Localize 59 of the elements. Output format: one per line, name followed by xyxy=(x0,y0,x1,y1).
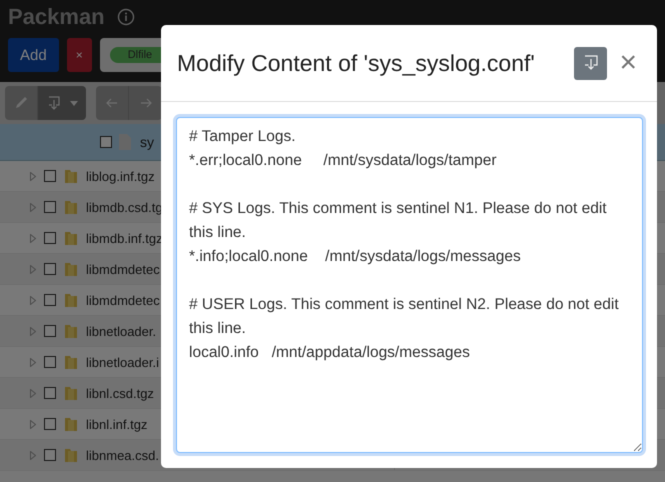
row-checkbox[interactable] xyxy=(44,356,56,368)
row-checkbox[interactable] xyxy=(44,387,56,399)
close-button[interactable]: × xyxy=(615,48,641,78)
add-button[interactable]: Add xyxy=(8,38,59,72)
expand-icon[interactable] xyxy=(30,450,36,460)
folder-icon xyxy=(64,416,78,432)
folder-icon xyxy=(64,230,78,246)
expand-icon[interactable] xyxy=(30,296,36,304)
row-checkbox[interactable] xyxy=(44,263,56,275)
edit-button[interactable] xyxy=(5,86,38,120)
file-name: libmdb.inf.tgz xyxy=(86,230,163,246)
file-name: libmdmdetec xyxy=(86,292,160,308)
file-name: libnl.csd.tgz xyxy=(86,386,154,400)
row-checkbox[interactable] xyxy=(44,201,56,213)
folder-icon xyxy=(64,199,78,215)
download-icon xyxy=(582,54,599,72)
app-title: Packman xyxy=(8,4,105,30)
file-name: libnetloader.i xyxy=(86,354,159,370)
folder-icon xyxy=(64,354,78,370)
arrow-right-icon xyxy=(140,98,152,108)
forward-button[interactable] xyxy=(129,86,162,120)
info-icon[interactable] xyxy=(116,8,135,26)
expand-icon[interactable] xyxy=(30,388,36,398)
text-editor[interactable]: # Tamper Logs. *.err;local0.none /mnt/sysdata/logs/tamper # SYS Logs. This comment is sentinel N1. Please do not edit this line. *.info;local0.none /mnt/sysdata/logs/messages # USER Logs. This comment is sentinel N2. Please do not edit this line. local0.info /mnt/appdata/logs/messages xyxy=(176,117,643,453)
expand-icon[interactable] xyxy=(30,264,36,274)
file-name: libnetloader. xyxy=(86,324,156,338)
expand-icon[interactable] xyxy=(30,234,36,242)
download-icon xyxy=(46,95,62,111)
expand-icon[interactable] xyxy=(30,420,36,428)
file-name: libnmea.csd. xyxy=(86,448,159,462)
expand-icon[interactable] xyxy=(30,172,36,180)
row-checkbox[interactable] xyxy=(44,170,56,182)
folder-icon xyxy=(64,385,78,401)
folder-icon xyxy=(64,168,78,184)
row-checkbox[interactable] xyxy=(44,325,56,337)
file-name: libmdb.csd.tg xyxy=(86,200,163,214)
folder-icon xyxy=(64,447,78,463)
pencil-icon xyxy=(13,95,29,111)
folder-icon xyxy=(64,292,78,308)
row-checkbox[interactable] xyxy=(44,232,56,244)
folder-icon xyxy=(64,261,78,277)
folder-icon xyxy=(64,323,78,339)
file-name: libnl.inf.tgz xyxy=(86,416,148,432)
expand-icon[interactable] xyxy=(30,358,36,366)
arrow-left-icon xyxy=(106,98,118,108)
row-checkbox[interactable] xyxy=(44,418,56,430)
select-all-checkbox[interactable] xyxy=(100,136,112,148)
save-button[interactable] xyxy=(574,46,608,80)
remove-button[interactable]: × xyxy=(66,38,92,72)
column-header[interactable]: sy xyxy=(140,134,154,150)
file-name: liblog.inf.tgz xyxy=(86,168,155,184)
expand-icon[interactable] xyxy=(30,326,36,336)
file-name: libmdmdetec xyxy=(86,262,160,276)
row-checkbox[interactable] xyxy=(44,294,56,306)
dialog-title: Modify Content of 'sys_syslog.conf' xyxy=(177,50,535,76)
expand-icon[interactable] xyxy=(30,202,36,212)
download-dropdown[interactable] xyxy=(38,86,86,120)
caret-icon xyxy=(70,100,78,106)
row-checkbox[interactable] xyxy=(44,449,56,461)
